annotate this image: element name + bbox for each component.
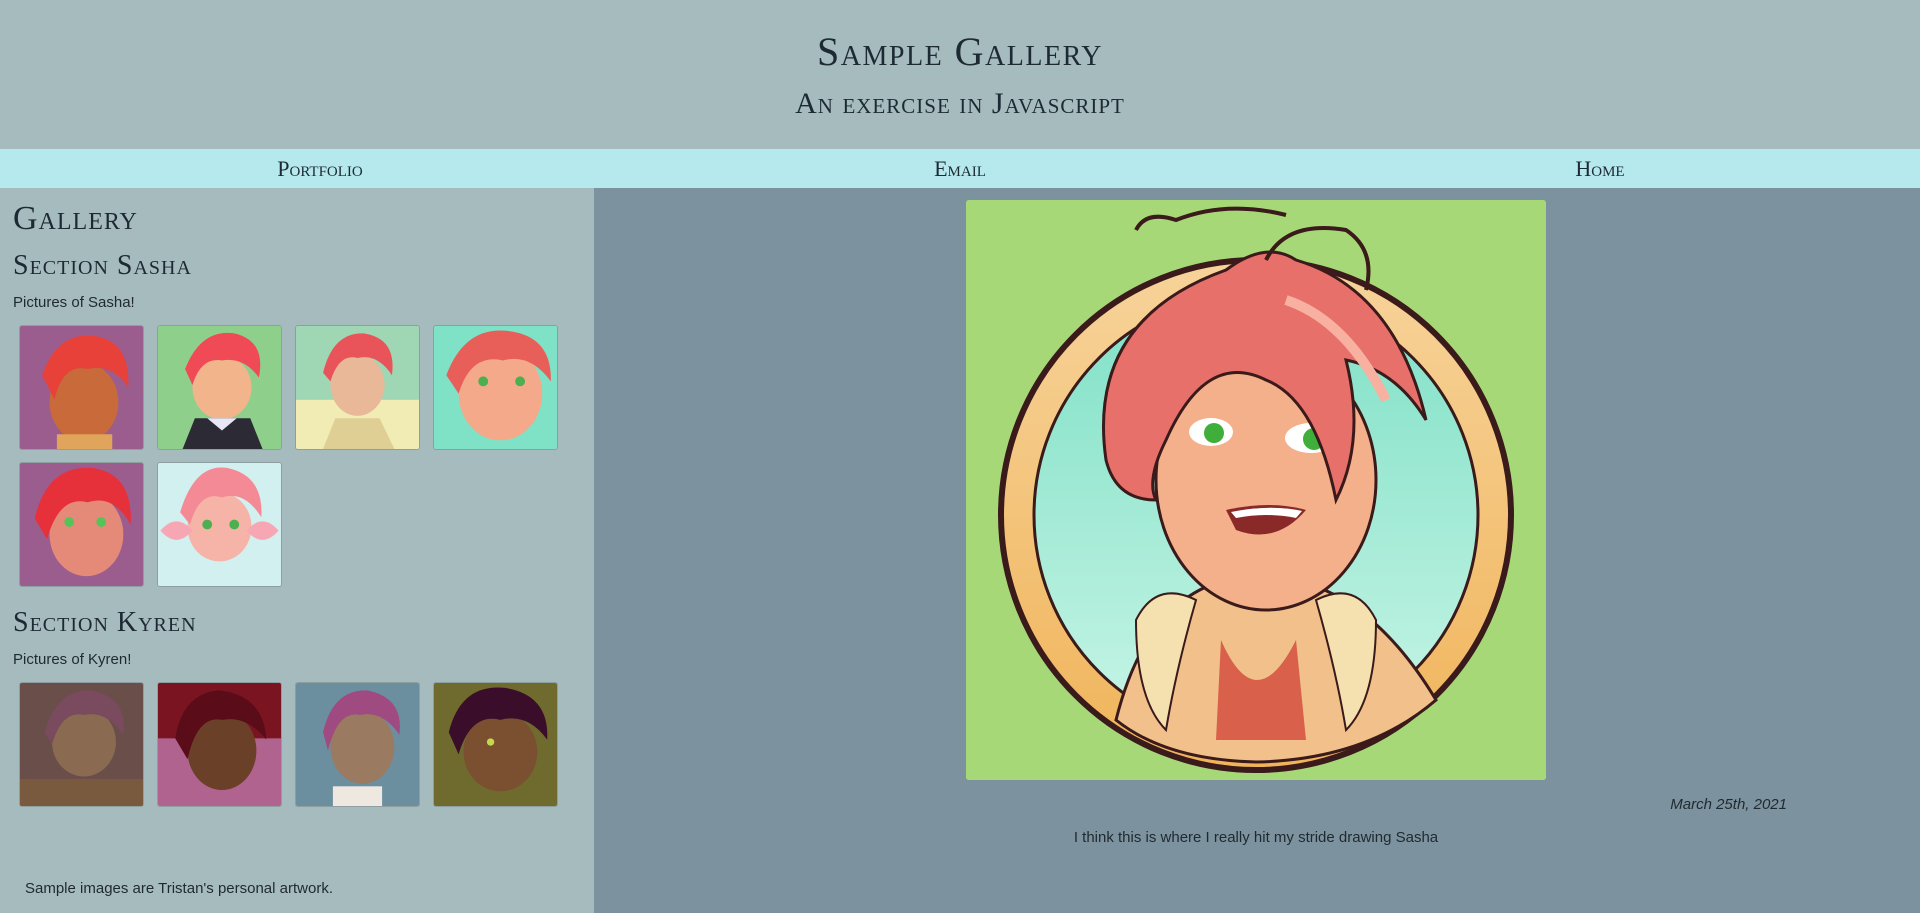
gallery-sidebar: Gallery Section Sasha Pictures of Sasha! [0, 188, 594, 913]
thumbnail-sasha-5[interactable] [19, 462, 144, 587]
section-kyren-title: Section Kyren [13, 607, 197, 638]
thumbnail-sasha-2[interactable] [157, 325, 282, 450]
gallery-heading: Gallery [13, 200, 138, 237]
thumbnail-kyren-2[interactable] [157, 682, 282, 807]
nav-portfolio[interactable]: Portfolio [0, 156, 640, 182]
thumbnail-sasha-1[interactable] [19, 325, 144, 450]
thumbnail-kyren-4[interactable] [433, 682, 558, 807]
content-area: Gallery Section Sasha Pictures of Sasha! [0, 188, 1920, 913]
portrait-image [20, 326, 143, 449]
thumbnail-kyren-1[interactable] [19, 682, 144, 807]
sasha-thumbnails [19, 325, 594, 587]
kyren-thumbnails [19, 682, 594, 807]
thumbnail-sasha-3[interactable] [295, 325, 420, 450]
featured-image[interactable] [966, 200, 1546, 780]
section-sasha-description: Pictures of Sasha! [13, 294, 135, 311]
artwork-credit: Sample images are Tristan's personal art… [25, 880, 333, 897]
portrait-image [296, 683, 419, 806]
featured-date: March 25th, 2021 [1670, 796, 1787, 813]
site-header: Sample Gallery An exercise in Javascript [0, 0, 1920, 149]
section-sasha-title: Section Sasha [13, 250, 192, 281]
thumbnail-sasha-6[interactable] [157, 462, 282, 587]
thumbnail-kyren-3[interactable] [295, 682, 420, 807]
main-nav: Portfolio Email Home [0, 149, 1920, 188]
featured-caption: I think this is where I really hit my st… [1073, 829, 1439, 846]
portrait-image [158, 326, 281, 449]
site-subtitle: An exercise in Javascript [795, 87, 1125, 120]
portrait-image [158, 683, 281, 806]
portrait-image [296, 326, 419, 449]
thumbnail-sasha-4[interactable] [433, 325, 558, 450]
nav-home[interactable]: Home [1280, 156, 1920, 182]
featured-portrait [966, 200, 1546, 780]
portrait-image [434, 683, 557, 806]
site-title: Sample Gallery [817, 29, 1103, 74]
featured-panel: March 25th, 2021 I think this is where I… [594, 188, 1920, 913]
section-kyren-description: Pictures of Kyren! [13, 651, 132, 668]
portrait-image [434, 326, 557, 449]
portrait-image [20, 463, 143, 586]
portrait-image [158, 463, 281, 586]
nav-email[interactable]: Email [640, 156, 1280, 182]
portrait-image [20, 683, 143, 806]
